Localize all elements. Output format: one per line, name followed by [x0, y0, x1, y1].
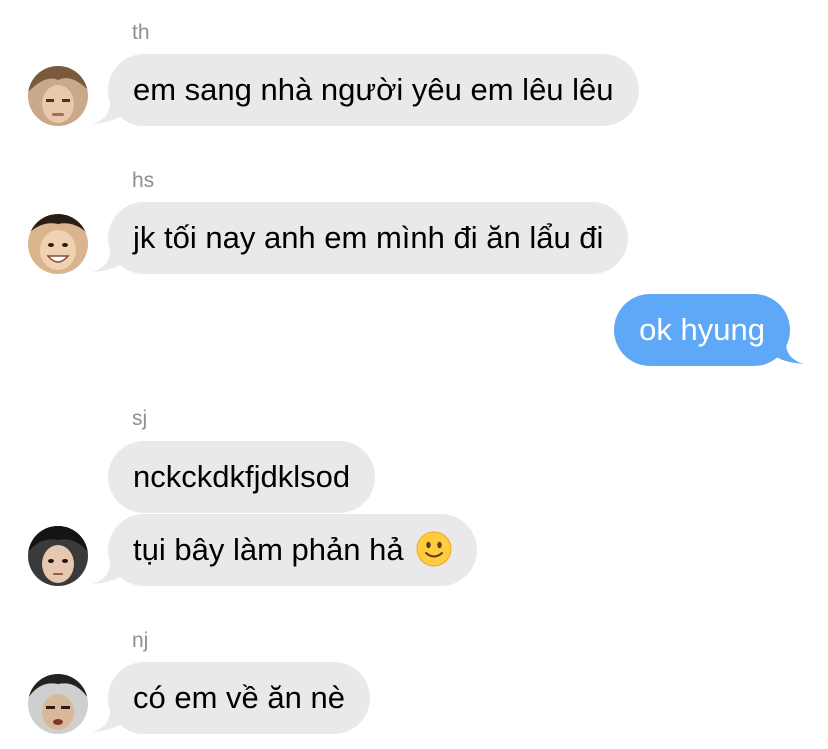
- outgoing-message-bubble[interactable]: ok hyung: [614, 294, 790, 366]
- message-bubble[interactable]: em sang nhà người yêu em lêu lêu: [108, 54, 639, 126]
- message-bubble[interactable]: tụi bây làm phản hả: [108, 514, 478, 586]
- avatar-hs[interactable]: [28, 214, 88, 274]
- slightly-smiling-face-icon: [416, 531, 452, 567]
- message-bubble[interactable]: nckckdkfjdklsod: [108, 441, 376, 513]
- avatar-sj[interactable]: [28, 526, 88, 586]
- avatar-th[interactable]: [28, 66, 88, 126]
- avatar-nj[interactable]: [28, 674, 88, 734]
- sender-name: hs: [132, 169, 155, 192]
- message-text: nckckdkfjdklsod: [133, 459, 351, 494]
- sender-name: sj: [132, 407, 148, 430]
- message-text: tụi bây làm phản hả: [133, 532, 404, 567]
- message-text: jk tối nay anh em mình đi ăn lẩu đi: [133, 220, 604, 255]
- message-text: ok hyung: [639, 312, 765, 347]
- message-bubble[interactable]: jk tối nay anh em mình đi ăn lẩu đi: [108, 202, 629, 274]
- sender-name: nj: [132, 629, 149, 652]
- message-text: có em về ăn nè: [133, 680, 345, 715]
- message-text: em sang nhà người yêu em lêu lêu: [133, 72, 614, 107]
- sender-name: th: [132, 21, 150, 44]
- message-bubble[interactable]: có em về ăn nè: [108, 662, 370, 734]
